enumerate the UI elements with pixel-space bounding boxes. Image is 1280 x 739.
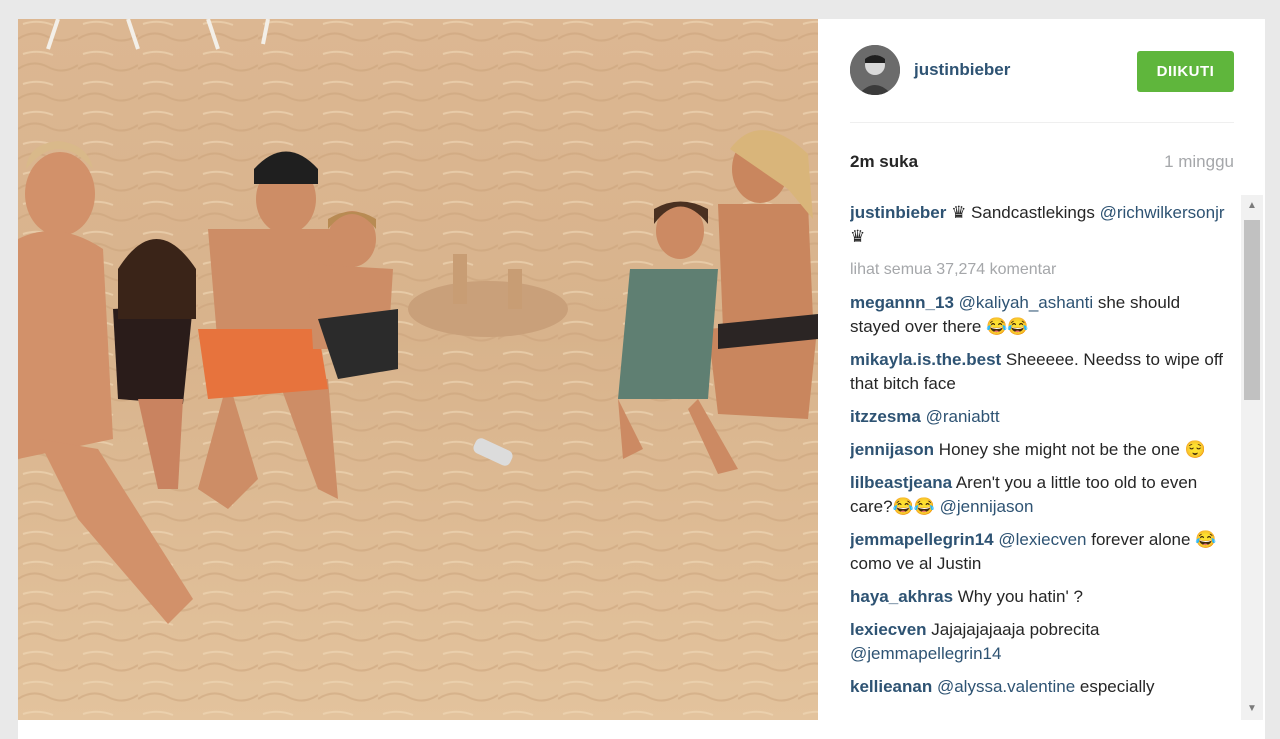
caption: justinbieber ♛ Sandcastlekings @richwilk… — [850, 201, 1225, 249]
comment-username-link[interactable]: kellieanan — [850, 677, 932, 696]
scroll-down-arrow-icon[interactable]: ▼ — [1241, 698, 1263, 720]
list-item: kellieanan @alyssa.valentine especially — [850, 675, 1225, 699]
caption-username-link[interactable]: justinbieber — [850, 203, 946, 222]
user-avatar-icon[interactable] — [850, 45, 900, 95]
list-item: jemmapellegrin14 @lexiecven forever alon… — [850, 528, 1225, 576]
comment-username-link[interactable]: megannn_13 — [850, 293, 954, 312]
comment-mention-link[interactable]: @alyssa.valentine — [937, 677, 1075, 696]
comment-text: Jajajajajaaja pobrecita — [926, 620, 1100, 639]
caption-text-end: ♛ — [850, 227, 866, 246]
post-modal: justinbieber DIIKUTI 2m suka 1 minggu ju… — [18, 19, 1265, 739]
comment-mention-link[interactable]: @jemmapellegrin14 — [850, 644, 1001, 663]
comment-username-link[interactable]: mikayla.is.the.best — [850, 350, 1001, 369]
comment-username-link[interactable]: jennijason — [850, 440, 934, 459]
view-all-comments-link[interactable]: lihat semua 37,274 komentar — [850, 258, 1225, 282]
comments-list: justinbieber ♛ Sandcastlekings @richwilk… — [850, 201, 1225, 721]
scrollbar-thumb[interactable] — [1244, 220, 1260, 400]
header-divider — [850, 122, 1234, 123]
beach-photo-image — [18, 19, 818, 720]
post-sidebar: justinbieber DIIKUTI 2m suka 1 minggu ju… — [818, 19, 1265, 720]
comment-username-link[interactable]: jemmapellegrin14 — [850, 530, 994, 549]
comment-mention-link[interactable]: @jennijason — [940, 497, 1034, 516]
comment-username-link[interactable]: haya_akhras — [850, 587, 953, 606]
avatar-image — [850, 45, 900, 95]
list-item: lilbeastjeana Aren't you a little too ol… — [850, 471, 1225, 519]
likes-count[interactable]: 2m suka — [850, 152, 918, 172]
list-item: lexiecven Jajajajajaaja pobrecita @jemma… — [850, 618, 1225, 666]
post-header: justinbieber DIIKUTI — [850, 45, 1234, 97]
list-item: megannn_13 @kaliyah_ashanti she should s… — [850, 291, 1225, 339]
comments-scrollbar[interactable]: ▲ ▼ — [1241, 195, 1263, 720]
comment-text: Honey she might not be the one 😌 — [934, 440, 1206, 459]
list-item: itzzesma @raniabtt — [850, 405, 1225, 429]
comment-mention-link[interactable]: @lexiecven — [998, 530, 1086, 549]
post-username-link[interactable]: justinbieber — [914, 60, 1010, 80]
post-time[interactable]: 1 minggu — [1164, 152, 1234, 172]
comment-username-link[interactable]: lexiecven — [850, 620, 927, 639]
comment-username-link[interactable]: lilbeastjeana — [850, 473, 952, 492]
comment-text: especially — [1075, 677, 1155, 696]
list-item: jennijason Honey she might not be the on… — [850, 438, 1225, 462]
caption-mention-link[interactable]: @richwilkersonjr — [1100, 203, 1225, 222]
comment-text: Why you hatin' ? — [953, 587, 1083, 606]
post-photo[interactable] — [18, 19, 818, 720]
caption-text: ♛ Sandcastlekings — [946, 203, 1100, 222]
comment-mention-link[interactable]: @kaliyah_ashanti — [959, 293, 1093, 312]
list-item: mikayla.is.the.best Sheeeee. Needss to w… — [850, 348, 1225, 396]
list-item: haya_akhras Why you hatin' ? — [850, 585, 1225, 609]
scroll-up-arrow-icon[interactable]: ▲ — [1241, 195, 1263, 217]
comment-mention-link[interactable]: @raniabtt — [926, 407, 1000, 426]
comment-username-link[interactable]: itzzesma — [850, 407, 921, 426]
follow-button[interactable]: DIIKUTI — [1137, 51, 1234, 92]
